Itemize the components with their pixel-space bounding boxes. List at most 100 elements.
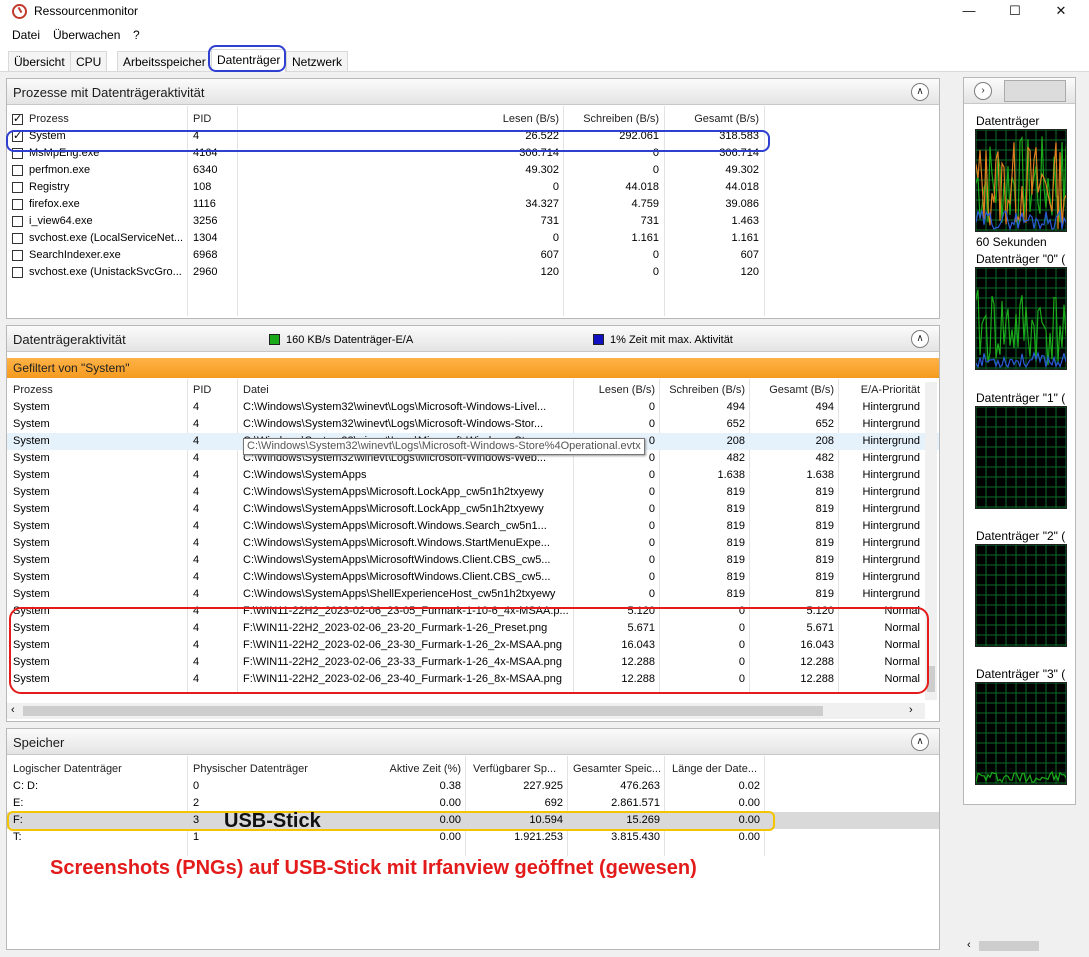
side-horizontal-scrollbar[interactable]: ‹ [963,938,1076,954]
col-header-datei[interactable]: Datei [243,382,269,399]
table-row[interactable]: firefox.exe 1116 34.327 4.759 39.086 [7,196,939,213]
read-bytes: 0 [648,520,655,532]
table-row[interactable]: T: 1 0.00 1.921.253 3.815.430 0.00 [7,829,939,846]
tab-arbeitsspeicher[interactable]: Arbeitsspeicher [117,51,212,71]
file-path: C:\Windows\System32\winevt\Logs\Microsof… [243,401,547,413]
table-row[interactable]: E: 2 0.00 692 2.861.571 0.00 [7,795,939,812]
available-space: 227.925 [523,780,563,792]
file-path: C:\Windows\SystemApps\Microsoft.LockApp_… [243,503,544,515]
tab-netzwerk[interactable]: Netzwerk [286,51,349,71]
table-row[interactable]: System 4 C:\Windows\System32\winevt\Logs\M… [7,416,939,433]
side-scroll-thumb[interactable] [979,941,1039,951]
disk-activity-header[interactable]: Datenträgeraktivität 160 KB/s Datenträge… [7,326,939,352]
col-header-physisch[interactable]: Physischer Datenträger [193,761,308,778]
tab-uebersicht[interactable]: Übersicht [8,51,71,71]
physical-drive: 1 [193,831,200,843]
total-bytes: 819 [815,520,834,532]
storage-panel: Speicher ∧ Logischer Datenträger Physisc… [6,728,940,950]
read-bytes: 34.327 [525,198,559,210]
process-pid: 4 [193,503,200,515]
horizontal-scroll-thumb[interactable] [23,706,823,716]
menu-datei[interactable]: Datei [12,28,40,42]
process-checkbox[interactable] [12,165,23,176]
table-row[interactable]: svchost.exe (LocalServiceNet... 1304 0 1.16… [7,230,939,247]
process-name: System [13,401,50,413]
file-path: C:\Windows\SystemApps\MicrosoftWindows.C… [243,571,551,583]
table-row[interactable]: System 4 C:\Windows\System32\winevt\Logs\M… [7,399,939,416]
table-row[interactable]: i_view64.exe 3256 731 731 1.463 [7,213,939,230]
col-header-laenge[interactable]: Länge der Date... [672,761,757,778]
menu-help[interactable]: ? [133,28,140,42]
col-header-prozess[interactable]: Prozess [29,111,69,128]
write-bytes: 0 [652,164,659,176]
table-row[interactable]: System 4 C:\Windows\SystemApps\Microsoft.W… [7,518,939,535]
side-panel-header: › [964,78,1075,104]
file-path: C:\Windows\SystemApps\Microsoft.LockApp_… [243,486,544,498]
logical-drive: E: [13,797,24,809]
usb-files-annotation [9,607,929,694]
io-priority: Hintergrund [862,469,920,481]
process-checkbox[interactable] [12,182,23,193]
collapse-chevron-icon[interactable]: ∧ [911,330,929,348]
col-header-lesen[interactable]: Lesen (B/s) [573,382,655,399]
process-name: System [13,537,50,549]
maximize-icon[interactable]: ☐ [992,0,1038,22]
table-row[interactable]: SearchIndexer.exe 6968 607 0 607 [7,247,939,264]
chevron-right-icon[interactable]: › [974,82,992,100]
col-header-gesamt[interactable]: Gesamt (B/s) [664,111,759,128]
total-bytes: 819 [815,537,834,549]
col-header-lesen[interactable]: Lesen (B/s) [407,111,559,128]
process-checkbox[interactable] [12,267,23,278]
col-header-pid[interactable]: PID [193,382,211,399]
collapse-chevron-icon[interactable]: ∧ [911,83,929,101]
col-header-pid[interactable]: PID [193,111,211,128]
table-row[interactable]: System 4 C:\Windows\SystemApps\Microsoft.W… [7,535,939,552]
graph-label-60-sekunden: 60 Sekunden [976,235,1047,249]
table-row[interactable]: perfmon.exe 6340 49.302 0 49.302 [7,162,939,179]
col-header-prioritaet[interactable]: E/A-Priorität [838,382,920,399]
col-header-gesamt[interactable]: Gesamter Speic... [573,761,661,778]
scroll-left-icon[interactable]: ‹ [11,704,15,716]
menu-ueberwachen[interactable]: Überwachen [53,28,120,42]
table-row[interactable]: System 4 C:\Windows\SystemApps\Microsoft.L… [7,501,939,518]
activity-line [976,289,1066,366]
scroll-right-icon[interactable]: › [909,704,913,716]
process-checkbox[interactable] [12,250,23,261]
table-row[interactable]: System 4 C:\Windows\SystemApps\MicrosoftWi… [7,569,939,586]
process-checkbox[interactable] [12,199,23,210]
table-row[interactable]: System 4 C:\Windows\SystemApps\ShellExperi… [7,586,939,603]
col-header-schreiben[interactable]: Schreiben (B/s) [659,382,745,399]
col-header-logisch[interactable]: Logischer Datenträger [13,761,122,778]
col-header-schreiben[interactable]: Schreiben (B/s) [563,111,659,128]
process-checkbox[interactable] [12,216,23,227]
tab-highlight-annotation [208,45,286,72]
process-checkbox[interactable] [12,233,23,244]
table-row[interactable]: Registry 108 0 44.018 44.018 [7,179,939,196]
col-header-aktive-zeit[interactable]: Aktive Zeit (%) [347,761,461,778]
table-row[interactable]: svchost.exe (UnistackSvcGro... 2960 120 0 12… [7,264,939,281]
resize-grip[interactable] [937,937,947,947]
read-bytes: 607 [540,249,559,261]
col-header-gesamt[interactable]: Gesamt (B/s) [749,382,834,399]
write-bytes: 652 [726,418,745,430]
table-row[interactable]: System 4 C:\Windows\SystemApps\Microsoft.L… [7,484,939,501]
processes-panel-header[interactable]: Prozesse mit Datenträgeraktivität ∧ [7,79,939,105]
views-dropdown[interactable] [1004,80,1066,102]
horizontal-scrollbar[interactable]: ‹ › [7,703,925,719]
process-name: System [13,452,50,464]
total-bytes: 120 [740,266,759,278]
table-row[interactable]: System 4 C:\Windows\SystemApps\MicrosoftWi… [7,552,939,569]
col-header-verfuegbar[interactable]: Verfügbarer Sp... [473,761,556,778]
minimize-icon[interactable]: — [946,0,992,22]
resource-monitor-icon [12,4,27,19]
select-all-checkbox[interactable] [12,111,23,128]
close-icon[interactable]: ✕ [1038,0,1084,22]
table-row[interactable]: System 4 C:\Windows\SystemApps 0 1.638 1.638 H… [7,467,939,484]
storage-panel-header[interactable]: Speicher ∧ [7,729,939,755]
activity-legend-label: 1% Zeit mit max. Aktivität [610,334,733,346]
collapse-chevron-icon[interactable]: ∧ [911,733,929,751]
table-row[interactable]: C: D: 0 0.38 227.925 476.263 0.02 [7,778,939,795]
scroll-left-icon[interactable]: ‹ [967,939,971,951]
tab-cpu[interactable]: CPU [70,51,108,71]
col-header-prozess[interactable]: Prozess [13,382,53,399]
